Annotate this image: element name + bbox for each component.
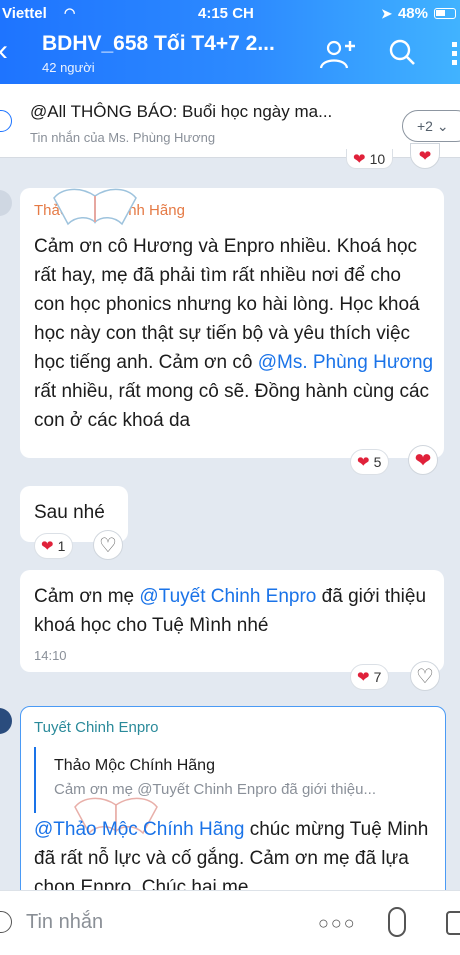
heart-outline-icon: ♡ [99,534,117,557]
mention-link[interactable]: @Thảo Mộc Chính Hãng [34,819,244,840]
microphone-icon[interactable] [388,907,406,937]
location-icon: ➤ [381,5,392,21]
reaction-count[interactable]: ❤ 1 [34,533,74,559]
message-bubble-4[interactable]: Tuyết Chinh Enpro Thảo Mộc Chính Hãng Cả… [20,706,446,906]
message-text: @Thảo Mộc Chính Hãng chúc mừng Tuệ Minh … [34,819,429,898]
member-count: 42 người [42,60,95,75]
message-bubble-1[interactable]: Thảo Mộc Chính Hãng Cảm ơn cô Hương và E… [20,188,444,458]
image-icon[interactable] [446,911,460,935]
back-arrow-icon[interactable]: ‹ [0,34,8,68]
avatar[interactable] [0,708,12,734]
message-bubble-3[interactable]: Cảm ơn mẹ @Tuyết Chinh Enpro đã giới thi… [20,570,444,672]
pinned-message[interactable]: @All THÔNG BÁO: Buổi học ngày ma... Tin … [0,84,460,158]
chevron-down-icon: ⌄ [436,118,449,134]
pinned-expand-button[interactable]: +2 ⌄ [402,110,460,142]
heart-icon: ❤ [414,449,432,472]
status-bar: Viettel ◠ 4:15 CH ➤ 48% [0,4,460,24]
battery-percent: 48% [397,5,428,22]
carrier-label: Viettel [2,5,47,22]
message-input[interactable]: Tin nhắn [26,911,103,934]
message-text: Cảm ơn mẹ @Tuyết Chinh Enpro đã giới thi… [34,586,427,636]
avatar[interactable] [0,190,12,216]
wifi-icon: ◠ [64,5,76,20]
pinned-title[interactable]: @All THÔNG BÁO: Buổi học ngày ma... [30,102,332,122]
heart-icon: ❤ [357,454,370,471]
pinned-count: +2 [417,118,433,134]
quote-author: Thảo Mộc Chính Hãng [54,757,215,774]
chat-title[interactable]: BDHV_658 Tối T4+7 2... [42,32,275,56]
clock: 4:15 CH [198,5,254,22]
react-button[interactable]: ♡ [93,530,123,560]
heart-icon: ❤ [41,538,54,555]
prev-react-button[interactable]: ❤ [410,143,440,169]
heart-icon: ❤ [353,150,366,168]
add-member-icon[interactable] [318,38,358,70]
header-bar: Viettel ◠ 4:15 CH ➤ 48% ‹ BDHV_658 Tối T… [0,0,460,84]
emoji-icon[interactable] [0,911,12,933]
more-options-icon[interactable]: ○○○ [318,913,357,934]
message-text: Cảm ơn cô Hương và Enpro nhiều. Khoá học… [34,236,434,431]
book-sticker-icon [53,188,137,226]
reaction-count[interactable]: ❤ 5 [350,449,390,475]
heart-outline-icon: ♡ [416,665,434,688]
react-button[interactable]: ❤ [408,445,438,475]
search-icon[interactable] [388,38,416,68]
prev-reaction[interactable]: ❤ 10 [346,149,394,169]
react-button[interactable]: ♡ [410,661,440,691]
sender-name[interactable]: Tuyết Chinh Enpro [34,719,159,736]
mention-link[interactable]: @Tuyết Chinh Enpro [139,586,316,607]
menu-icon[interactable] [448,38,460,68]
mention-link[interactable]: @Ms. Phùng Hương [258,352,433,373]
heart-icon: ❤ [418,148,432,165]
message-text: Sau nhé [34,502,105,523]
reaction-count[interactable]: ❤ 7 [350,664,390,690]
pin-icon [0,110,12,132]
battery-icon [434,8,456,19]
heart-icon: ❤ [357,669,370,686]
message-input-bar: Tin nhắn ○○○ [0,890,460,955]
message-time: 14:10 [34,648,67,663]
pinned-subtitle: Tin nhắn của Ms. Phùng Hương [30,130,216,145]
